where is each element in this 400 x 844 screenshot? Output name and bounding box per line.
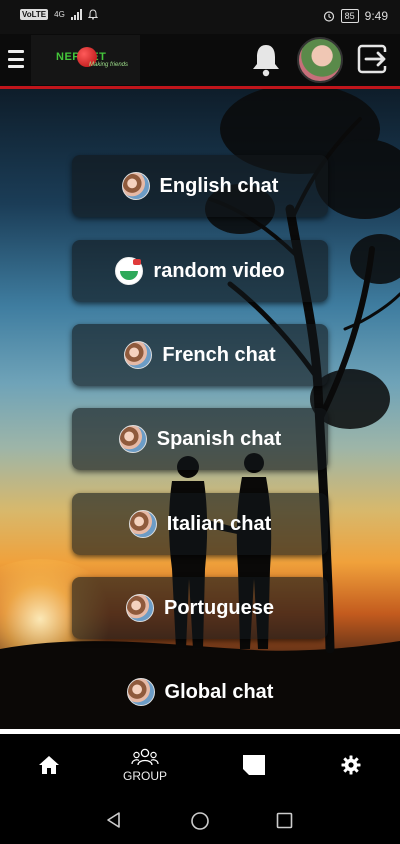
chat-label: Italian chat [166, 512, 272, 535]
battery-indicator: 85 [340, 9, 359, 23]
alarm-icon [323, 11, 334, 22]
recents-icon[interactable] [276, 812, 293, 829]
chat-label: French chat [162, 343, 276, 366]
home-icon [39, 755, 59, 774]
network-type: 4G [54, 10, 65, 19]
couple-avatar-icon [125, 594, 154, 622]
chat-label: English chat [159, 174, 279, 197]
pages-icon [243, 754, 265, 775]
italian-chat-button[interactable]: Italian chat [72, 493, 328, 555]
logout-icon[interactable] [357, 43, 389, 75]
couple-avatar-icon [124, 341, 153, 369]
group-label: GROUP [122, 768, 167, 783]
bottom-navigation: GROUP [0, 729, 400, 795]
chat-label: Portuguese [163, 596, 275, 619]
notification-bell-small-icon [87, 9, 98, 20]
home-circle-icon[interactable] [190, 811, 210, 831]
clock: 9:49 [364, 9, 388, 23]
random-video-button[interactable]: random video [72, 240, 328, 302]
chat-label: Global chat [164, 680, 274, 703]
random-video-logo-icon [115, 257, 144, 285]
gear-icon [341, 755, 361, 774]
spanish-chat-button[interactable]: Spanish chat [72, 408, 328, 470]
global-chat-button[interactable]: Global chat [72, 661, 328, 723]
status-bar: VoLTE 4G 85 9:49 [0, 0, 400, 34]
signal-icon [70, 9, 82, 20]
couple-avatar-icon [118, 425, 147, 453]
app-logo: NEP EET Making friends [31, 35, 140, 85]
notifications-bell-icon[interactable] [249, 42, 283, 78]
group-icon [131, 748, 159, 765]
couple-avatar-icon [126, 678, 155, 706]
volte-badge: VoLTE [20, 9, 49, 20]
nav-home[interactable] [32, 734, 66, 795]
nav-pages[interactable] [240, 734, 268, 795]
app-bar: NEP EET Making friends [0, 34, 400, 89]
english-chat-button[interactable]: English chat [72, 155, 328, 217]
logo-tagline: Making friends [89, 62, 129, 68]
user-avatar[interactable] [297, 37, 343, 83]
nav-group[interactable]: GROUP [116, 734, 174, 795]
menu-icon[interactable] [8, 50, 24, 68]
couple-avatar-icon [121, 172, 150, 200]
system-navigation-bar [0, 795, 400, 844]
chat-label: random video [153, 259, 285, 282]
portuguese-chat-button[interactable]: Portuguese [72, 577, 328, 639]
chat-label: Spanish chat [156, 427, 282, 450]
couple-avatar-icon [128, 510, 157, 538]
french-chat-button[interactable]: French chat [72, 324, 328, 386]
nav-settings[interactable] [338, 734, 364, 795]
back-icon[interactable] [105, 811, 123, 829]
